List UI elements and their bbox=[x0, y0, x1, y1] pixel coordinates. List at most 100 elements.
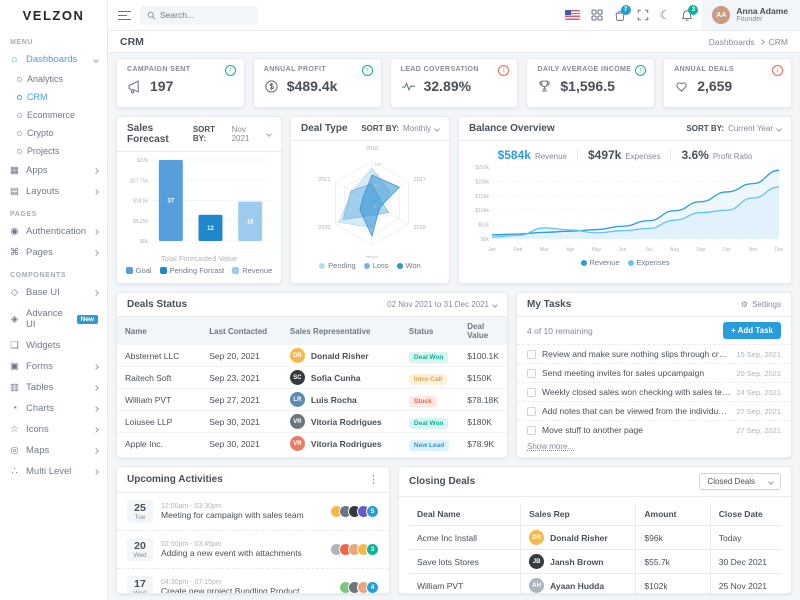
sidebar-item-layouts[interactable]: ▤Layouts bbox=[0, 181, 107, 202]
sidebar-item-dashboards[interactable]: ⌂Dashboards bbox=[0, 49, 107, 70]
show-more-link[interactable]: Show more... bbox=[527, 442, 574, 451]
svg-text:2018: 2018 bbox=[414, 225, 426, 231]
deal-heart-icon bbox=[674, 79, 689, 94]
trophy-icon bbox=[537, 79, 552, 94]
sidebar-item-label: Maps bbox=[26, 445, 49, 456]
deals-date-filter[interactable]: 02 Nov 2021 to 31 Dec 2021 bbox=[387, 300, 497, 309]
language-flag-icon[interactable] bbox=[565, 10, 580, 20]
rep-wrapper: AHAyaan Hudda bbox=[529, 578, 627, 593]
sidebar-item-forms[interactable]: ▣Forms bbox=[0, 356, 107, 377]
task-row: Review and make sure nothing slips throu… bbox=[517, 344, 791, 363]
table-row: Loiusee LLPSep 30, 2021VRVitoria Rodrigu… bbox=[117, 411, 507, 433]
svg-text:Aug: Aug bbox=[670, 247, 679, 253]
sidebar-item-widgets[interactable]: ❏Widgets bbox=[0, 335, 107, 356]
user-menu[interactable]: AA Anna Adame Founder bbox=[702, 0, 800, 30]
sidebar-item-authentication[interactable]: ◉Authentication bbox=[0, 221, 107, 242]
closing-deals-table: Deal NameSales RepAmountClose Date Acme … bbox=[409, 503, 781, 594]
sidebar-item-tables[interactable]: ▥Tables bbox=[0, 377, 107, 398]
stat-value-row: 197 bbox=[127, 78, 234, 94]
activity-info: 12:00am - 03:30pmMeeting for campaign wi… bbox=[161, 503, 326, 520]
card-title: Sales Forecast bbox=[127, 123, 193, 145]
chevron-right-icon bbox=[93, 290, 99, 296]
more-options-icon[interactable]: ⋮ bbox=[368, 473, 379, 486]
avatar: JB bbox=[529, 554, 544, 569]
add-task-button[interactable]: + Add Task bbox=[723, 322, 781, 339]
sales-rep-cell: DRDonald Risher bbox=[282, 345, 401, 367]
stat-value: $1,596.5 bbox=[560, 78, 615, 94]
legend-label: Revenue bbox=[590, 258, 620, 267]
stat-value-row: $1,596.5 bbox=[537, 78, 644, 94]
sidebar-item-charts[interactable]: ◔Charts bbox=[0, 398, 107, 419]
sidebar-item-advance-ui[interactable]: ◈Advance UINew bbox=[0, 303, 107, 335]
fullscreen-icon[interactable] bbox=[637, 9, 649, 21]
balance-sort-dropdown[interactable]: SORT BY:Current Year bbox=[686, 124, 781, 133]
sidebar-item-label: Widgets bbox=[26, 340, 60, 351]
stat-value-row: $489.4k bbox=[264, 78, 371, 94]
rep-name: Donald Risher bbox=[311, 351, 369, 361]
gear-icon: ⚙ bbox=[741, 300, 748, 309]
rep-name: Luis Rocha bbox=[311, 395, 357, 405]
avatar: VR bbox=[290, 414, 305, 429]
shopping-bag-icon[interactable]: 7 bbox=[614, 9, 626, 22]
stat-label: DAILY AVERAGE INCOME bbox=[537, 66, 644, 73]
brand-logo[interactable]: VELZON bbox=[0, 0, 107, 30]
task-row: Move stuff to another page27 Sep, 2021 bbox=[517, 420, 791, 439]
chevron-down-icon bbox=[266, 131, 271, 136]
tasks-settings-button[interactable]: ⚙Settings bbox=[741, 300, 781, 309]
task-checkbox[interactable] bbox=[527, 407, 536, 416]
avatar-group: 5 bbox=[334, 505, 379, 518]
deal-type-sort-dropdown[interactable]: SORT BY:Monthly bbox=[361, 124, 439, 133]
task-checkbox[interactable] bbox=[527, 426, 536, 435]
menu-toggle-icon[interactable] bbox=[118, 11, 131, 20]
legend-swatch bbox=[397, 263, 403, 269]
sidebar-item-label: Crypto bbox=[27, 128, 54, 138]
search-box[interactable] bbox=[140, 6, 258, 25]
sidebar-item-projects[interactable]: Projects bbox=[0, 142, 107, 160]
apps-grid-icon[interactable] bbox=[591, 9, 603, 21]
dark-mode-moon-icon[interactable]: ☾ bbox=[660, 9, 671, 21]
activity-row: 17Wed04:30pm - 07:15pmCreate new project… bbox=[117, 568, 389, 594]
sales-sort-dropdown[interactable]: SORT BY:Nov 2021 bbox=[193, 125, 271, 143]
sidebar-item-multi-level[interactable]: ∴Multi Level bbox=[0, 461, 107, 482]
sidebar-item-crm[interactable]: CRM bbox=[0, 88, 107, 106]
balance-stat-label: Expenses bbox=[625, 152, 660, 161]
task-row: Weekly closed sales won checking with sa… bbox=[517, 382, 791, 401]
deal-name-cell: Absternet LLC bbox=[117, 345, 201, 367]
closing-deals-filter-select[interactable]: Closed Deals bbox=[699, 473, 781, 490]
rep-wrapper: LRLuis Rocha bbox=[290, 392, 393, 407]
sidebar-item-label: Authentication bbox=[26, 226, 86, 237]
task-checkbox[interactable] bbox=[527, 369, 536, 378]
task-text: Review and make sure nothing slips throu… bbox=[542, 349, 730, 359]
sidebar-item-analytics[interactable]: Analytics bbox=[0, 70, 107, 88]
rep-name: Donald Risher bbox=[550, 533, 608, 543]
sidebar-item-apps[interactable]: ▦Apps bbox=[0, 160, 107, 181]
breadcrumb-dashboards[interactable]: Dashboards bbox=[709, 37, 755, 47]
bell-icon[interactable]: 3 bbox=[681, 9, 693, 22]
sales-forecast-bar-chart: $37k$27.75k$18.5k$9.25k$0k371218 bbox=[124, 155, 274, 253]
sidebar-item-label: Forms bbox=[26, 361, 53, 372]
sidebar-item-pages[interactable]: ⌘Pages bbox=[0, 242, 107, 263]
task-date: 20 Sep, 2021 bbox=[736, 369, 781, 378]
breadcrumb-current: CRM bbox=[769, 37, 788, 47]
task-checkbox[interactable] bbox=[527, 350, 536, 359]
sidebar-item-ecommerce[interactable]: Ecommerce bbox=[0, 106, 107, 124]
deal-name-cell: Save lots Stores bbox=[409, 550, 521, 574]
divider bbox=[577, 149, 578, 161]
status-cell: Intro Call bbox=[401, 367, 459, 389]
task-checkbox[interactable] bbox=[527, 388, 536, 397]
sidebar-item-icons[interactable]: ☆Icons bbox=[0, 419, 107, 440]
sidebar-item-base-ui[interactable]: ◇Base UI bbox=[0, 282, 107, 303]
svg-text:$104k: $104k bbox=[475, 208, 489, 214]
amount-cell: $96k bbox=[636, 526, 710, 550]
sidebar-item-crypto[interactable]: Crypto bbox=[0, 124, 107, 142]
search-input[interactable] bbox=[160, 10, 240, 20]
svg-text:12: 12 bbox=[207, 226, 214, 232]
amount-cell: $102k bbox=[636, 574, 710, 595]
sidebar-item-maps[interactable]: ◎Maps bbox=[0, 440, 107, 461]
last-contacted-cell: Sep 20, 2021 bbox=[201, 345, 282, 367]
stat-card-1: CAMPAIGN SENT↑197 bbox=[116, 58, 245, 108]
sidebar-item-label: Icons bbox=[26, 424, 49, 435]
chevron-right-icon bbox=[93, 406, 99, 412]
chart-x-label: Total Forecasted Value bbox=[161, 254, 237, 263]
stat-value: $489.4k bbox=[287, 78, 338, 94]
